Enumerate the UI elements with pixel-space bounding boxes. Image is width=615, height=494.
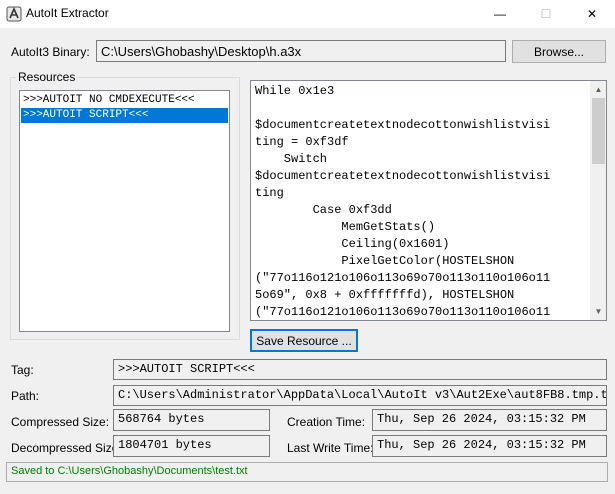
compressed-size-label: Compressed Size: (11, 415, 110, 429)
code-line: Case 0xf3dd (255, 203, 392, 217)
save-resource-button[interactable]: Save Resource ... (250, 329, 358, 352)
autoit-app-icon (6, 6, 22, 22)
code-line: Ceiling(0x1601) (255, 237, 450, 251)
binary-path-field[interactable]: C:\Users\Ghobashy\Desktop\h.a3x (96, 40, 506, 62)
minimize-button[interactable]: — (477, 0, 523, 28)
code-line: ("77o116o121o106o113o69o70o113o110o106o1… (255, 271, 551, 285)
tag-label: Tag: (11, 363, 34, 377)
resources-listbox[interactable]: >>>AUTOIT NO CMDEXECUTE<<< >>>AUTOIT SCRI… (19, 90, 230, 332)
code-line: MemGetStats() (255, 220, 436, 234)
scroll-thumb[interactable] (592, 98, 605, 164)
code-line: ting (255, 186, 284, 200)
decompressed-size-label: Decompressed Size: (11, 441, 122, 455)
script-code-view[interactable]: While 0x1e3 $documentcreatetextnodecotton… (250, 80, 607, 321)
last-write-time-field[interactable]: Thu, Sep 26 2024, 03:15:32 PM (372, 435, 607, 457)
path-field[interactable]: C:\Users\Administrator\AppData\Local\Aut… (113, 385, 607, 406)
title-bar: AutoIt Extractor — ☐ ✕ (0, 0, 615, 28)
code-line: PixelGetColor(HOSTELSHON (255, 254, 515, 268)
code-line: $documentcreatetextnodecottonwishlistvis… (255, 118, 551, 132)
binary-label: AutoIt3 Binary: (11, 45, 90, 59)
compressed-size-field[interactable]: 568764 bytes (113, 409, 270, 431)
window-title: AutoIt Extractor (26, 6, 109, 20)
code-vertical-scrollbar[interactable]: ▲ ▼ (590, 81, 606, 320)
creation-time-label: Creation Time: (287, 415, 366, 429)
maximize-button[interactable]: ☐ (523, 0, 569, 28)
browse-button[interactable]: Browse... (512, 40, 606, 63)
status-bar: Saved to C:\Users\Ghobashy\Documents\tes… (6, 462, 608, 482)
resource-list-item[interactable]: >>>AUTOIT NO CMDEXECUTE<<< (21, 93, 228, 108)
code-line: While 0x1e3 (255, 84, 335, 98)
scroll-down-icon[interactable]: ▼ (590, 303, 606, 320)
close-button[interactable]: ✕ (569, 0, 615, 28)
resources-group-label: Resources (16, 70, 78, 84)
code-line: 5o69", 0x8 + 0xfffffffd), HOSTELSHON (255, 288, 515, 302)
decompressed-size-field[interactable]: 1804701 bytes (113, 435, 270, 457)
code-line: ("77o116o121o106o113o69o70o113o110o106o1… (255, 305, 551, 319)
path-label: Path: (11, 389, 40, 403)
resource-list-item[interactable]: >>>AUTOIT SCRIPT<<< (21, 108, 228, 123)
code-line: ting = 0xf3df (255, 135, 349, 149)
tag-field[interactable]: >>>AUTOIT SCRIPT<<< (113, 359, 607, 380)
last-write-time-label: Last Write Time: (287, 441, 374, 455)
creation-time-field[interactable]: Thu, Sep 26 2024, 03:15:32 PM (372, 409, 607, 431)
code-line: Switch (255, 152, 328, 166)
scroll-up-icon[interactable]: ▲ (590, 81, 606, 98)
code-line: $documentcreatetextnodecottonwishlistvis… (255, 169, 551, 183)
